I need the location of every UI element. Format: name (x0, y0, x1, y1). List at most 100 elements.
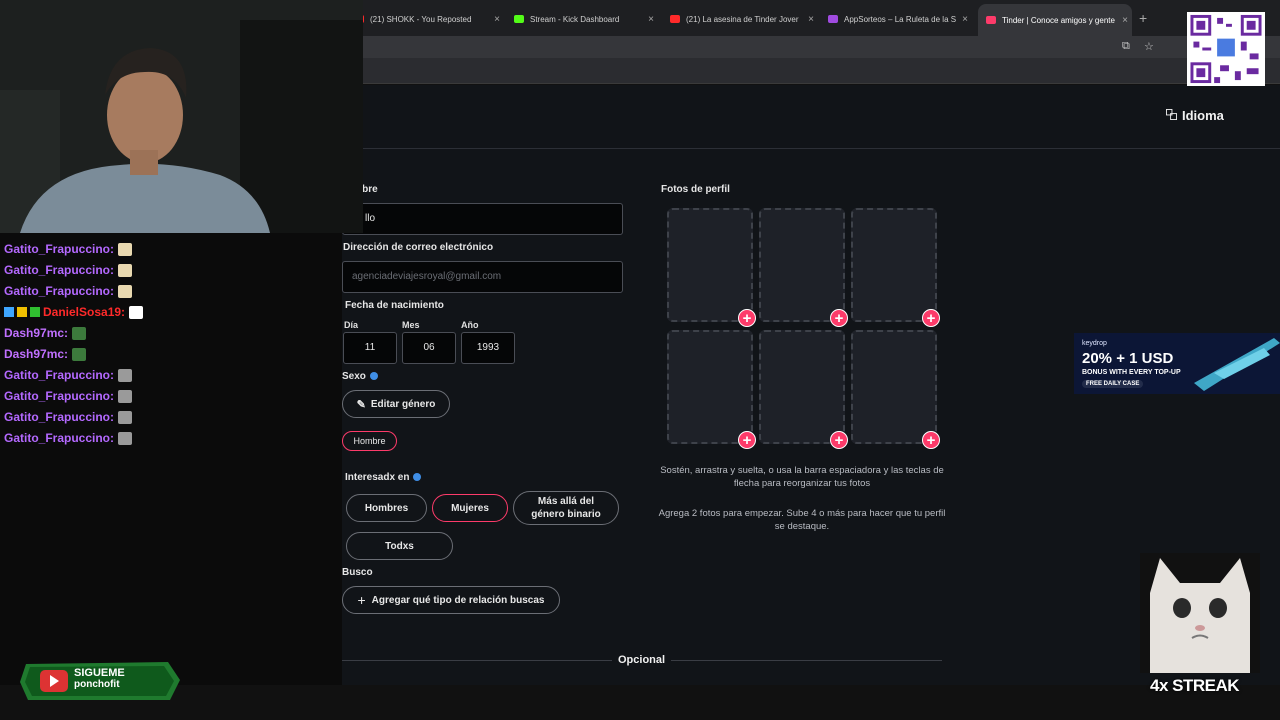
chat-username[interactable]: Gatito_Frapuccino: (4, 389, 114, 403)
photo-slot[interactable] (667, 330, 753, 444)
chat-emote-icon (118, 410, 133, 424)
email-label: Dirección de correo electrónico (343, 242, 494, 253)
interest-option-mujeres[interactable]: Mujeres (432, 494, 508, 522)
photo-slot[interactable] (851, 208, 937, 322)
interest-option-non-binary[interactable]: Más allá del género binario (513, 491, 619, 525)
chat-message: Gatito_Frapuccino: (4, 410, 133, 424)
chat-message: Gatito_Frapuccino: (4, 242, 133, 256)
birthdate-label: Fecha de nacimiento (345, 300, 444, 311)
add-photo-icon[interactable]: + (830, 309, 848, 327)
add-photo-icon[interactable]: + (922, 431, 940, 449)
chat-username[interactable]: Gatito_Frapuccino: (4, 431, 114, 445)
tab-favicon-icon (986, 16, 996, 24)
browser-tab[interactable]: Tinder | Conoce amigos y gente × (978, 4, 1132, 36)
chat-username[interactable]: DanielSosa19: (43, 305, 125, 319)
streak-counter: 4x STREAK (1150, 676, 1240, 695)
year-input[interactable]: 1993 (461, 332, 515, 364)
chat-emote-icon (118, 431, 133, 445)
chat-username[interactable]: Gatito_Frapuccino: (4, 368, 114, 382)
screen: ⌄ (21) YouTube×KickBot - Kick Chatbot, A… (0, 0, 1280, 720)
tab-title: (21) La asesina de Tinder Jover (686, 14, 799, 24)
install-app-icon[interactable]: ⧉ (1122, 40, 1130, 53)
info-icon[interactable] (369, 372, 378, 381)
month-label: Mes (402, 320, 420, 330)
close-tab-icon[interactable]: × (1118, 15, 1132, 26)
month-input[interactable]: 06 (402, 332, 456, 364)
new-tab-button[interactable]: + (1139, 10, 1147, 26)
chat-badge-icon (30, 307, 40, 317)
browser-tab[interactable]: (21) La asesina de Tinder Jover × (662, 6, 818, 32)
chat-emote-icon (72, 347, 87, 361)
browser-tab[interactable]: Stream - Kick Dashboard × (506, 6, 658, 32)
chat-emote-icon (118, 284, 133, 298)
chat-message: DanielSosa19: (4, 305, 144, 319)
close-tab-icon[interactable]: × (804, 14, 818, 25)
chat-emote-icon (129, 305, 144, 319)
follow-title: SIGUEME (74, 667, 125, 679)
sex-label-row: Sexo (342, 371, 378, 382)
day-label: Día (344, 320, 359, 330)
add-photo-icon[interactable]: + (738, 309, 756, 327)
qr-code (1187, 12, 1265, 86)
keydrop-free-case: FREE DAILY CASE (1082, 380, 1144, 388)
chat-message: Gatito_Frapuccino: (4, 368, 133, 382)
follow-handle: ponchofit (74, 679, 120, 690)
sex-label: Sexo (342, 371, 366, 382)
photo-slot[interactable] (667, 208, 753, 322)
browser-tab[interactable]: (21) SHOKK - You Reposted × (346, 6, 504, 32)
close-tab-icon[interactable]: × (958, 14, 972, 25)
plus-icon: + (357, 592, 366, 608)
add-photo-icon[interactable]: + (738, 431, 756, 449)
pencil-icon: ✎ (356, 398, 366, 411)
info-icon[interactable] (413, 473, 422, 482)
tab-favicon-icon (828, 15, 838, 23)
chat-username[interactable]: Gatito_Frapuccino: (4, 284, 114, 298)
language-label: Idioma (1182, 108, 1224, 123)
day-input[interactable]: 11 (343, 332, 397, 364)
interest-option-todxs[interactable]: Todxs (346, 532, 453, 560)
chat-badge-icon (17, 307, 27, 317)
edit-gender-label: Editar género (370, 398, 436, 410)
add-photo-icon[interactable]: + (922, 309, 940, 327)
chat-username[interactable]: Gatito_Frapuccino: (4, 242, 114, 256)
interested-label-row: Interesadx en (345, 472, 422, 483)
name-field[interactable]: llo (342, 203, 623, 235)
sad-cat-image (1140, 553, 1260, 673)
close-tab-icon[interactable]: × (644, 14, 658, 25)
chat-emote-icon (118, 242, 133, 256)
chat-username[interactable]: Gatito_Frapuccino: (4, 263, 114, 277)
looking-for-label: Busco (342, 567, 373, 578)
add-relationship-type-button[interactable]: + Agregar qué tipo de relación buscas (342, 586, 560, 614)
photo-slot[interactable] (759, 208, 845, 322)
browser-tab[interactable]: AppSorteos – La Ruleta de la S × (820, 6, 972, 32)
chat-emote-icon (118, 263, 133, 277)
year-label: Año (461, 320, 479, 330)
tab-favicon-icon (670, 15, 680, 23)
chat-username[interactable]: Gatito_Frapuccino: (4, 410, 114, 424)
reorder-hint: Sostén, arrastra y suelta, o usa la barr… (660, 465, 944, 489)
language-button[interactable]: Idioma (1166, 108, 1224, 123)
photo-count-hint: Agrega 2 fotos para empezar. Sube 4 o má… (658, 508, 946, 532)
chat-message: Gatito_Frapuccino: (4, 284, 133, 298)
photo-slot[interactable] (851, 330, 937, 444)
chat-username[interactable]: Dash97mc: (4, 347, 68, 361)
chat-username[interactable]: Dash97mc: (4, 326, 68, 340)
close-tab-icon[interactable]: × (490, 14, 504, 25)
edit-gender-button[interactable]: ✎ Editar género (342, 390, 450, 418)
selected-gender-chip[interactable]: Hombre (342, 431, 397, 451)
stream-chat (0, 233, 342, 685)
tab-favicon-icon (514, 15, 524, 23)
keydrop-bonus: BONUS WITH EVERY TOP-UP (1082, 369, 1181, 376)
interest-option-hombres[interactable]: Hombres (346, 494, 427, 522)
keydrop-offer: 20% + 1 USD (1082, 350, 1174, 367)
follow-text: SIGUEME ponchofit (74, 667, 125, 691)
chat-emote-icon (72, 326, 87, 340)
add-photo-icon[interactable]: + (830, 431, 848, 449)
bookmark-star-icon[interactable]: ☆ (1144, 40, 1154, 53)
photo-slot[interactable] (759, 330, 845, 444)
chat-message: Gatito_Frapuccino: (4, 263, 133, 277)
email-field[interactable]: agenciadeviajesroyal@gmail.com (342, 261, 623, 293)
chat-emote-icon (118, 368, 133, 382)
chat-message: Gatito_Frapuccino: (4, 389, 133, 403)
add-relationship-label: Agregar qué tipo de relación buscas (371, 594, 545, 606)
